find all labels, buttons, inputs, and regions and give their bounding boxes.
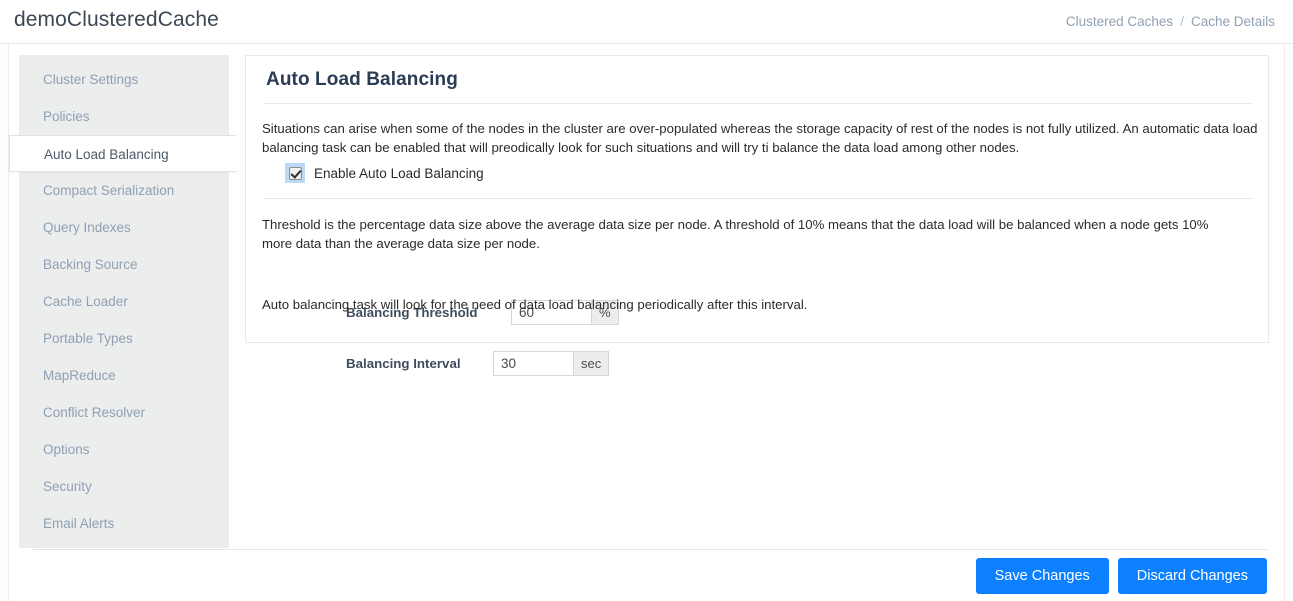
page-title: demoClusteredCache xyxy=(14,8,219,31)
breadcrumb: Clustered Caches / Cache Details xyxy=(1066,14,1275,29)
sidebar-item-conflict-resolver[interactable]: Conflict Resolver xyxy=(19,394,229,431)
sidebar-item-backing-source[interactable]: Backing Source xyxy=(19,246,229,283)
enable-auto-load-balancing-label: Enable Auto Load Balancing xyxy=(314,165,484,181)
breadcrumb-current-cache-details[interactable]: Cache Details xyxy=(1191,14,1275,29)
section-divider xyxy=(263,198,1253,199)
footer-divider xyxy=(33,549,1268,550)
sidebar-item-query-indexes[interactable]: Query Indexes xyxy=(19,209,229,246)
settings-sidebar: Cluster Settings Policies Auto Load Bala… xyxy=(9,55,237,548)
balancing-interval-row: Balancing Interval sec xyxy=(346,351,610,376)
sidebar-item-mapreduce[interactable]: MapReduce xyxy=(19,357,229,394)
panel-title: Auto Load Balancing xyxy=(266,69,458,90)
enable-auto-load-balancing-checkbox[interactable] xyxy=(285,163,305,183)
page-frame: Cluster Settings Policies Auto Load Bala… xyxy=(8,44,1285,601)
sidebar-item-security[interactable]: Security xyxy=(19,468,229,505)
threshold-paragraph: Threshold is the percentage data size ab… xyxy=(262,217,1209,251)
sidebar-item-auto-load-balancing[interactable]: Auto Load Balancing xyxy=(9,135,237,172)
top-header: demoClusteredCache Clustered Caches / Cach… xyxy=(0,0,1293,44)
balancing-interval-input-group: sec xyxy=(493,351,610,376)
sidebar-item-policies[interactable]: Policies xyxy=(19,98,229,135)
balancing-interval-input[interactable] xyxy=(493,351,573,376)
auto-load-balancing-panel: Auto Load Balancing Situations can arise… xyxy=(245,55,1269,376)
intro-paragraph: Situations can arise when some of the no… xyxy=(262,121,1258,155)
breadcrumb-link-clustered-caches[interactable]: Clustered Caches xyxy=(1066,14,1173,29)
seconds-unit-addon: sec xyxy=(573,351,610,376)
sidebar-item-cluster-settings[interactable]: Cluster Settings xyxy=(19,61,229,98)
sidebar-item-portable-types[interactable]: Portable Types xyxy=(19,320,229,357)
interval-paragraph: Auto balancing task will look for the ne… xyxy=(262,297,808,312)
discard-changes-button[interactable]: Discard Changes xyxy=(1117,558,1267,594)
sidebar-item-email-alerts[interactable]: Email Alerts xyxy=(19,505,229,542)
balancing-interval-label: Balancing Interval xyxy=(346,356,461,371)
footer-actions: Save Changes Discard Changes xyxy=(975,558,1267,594)
sidebar-item-compact-serialization[interactable]: Compact Serialization xyxy=(19,172,229,209)
breadcrumb-separator: / xyxy=(1180,14,1184,29)
enable-auto-load-balancing-row[interactable]: Enable Auto Load Balancing xyxy=(285,162,484,184)
app-root: demoClusteredCache Clustered Caches / Cach… xyxy=(0,0,1293,601)
sidebar-item-options[interactable]: Options xyxy=(19,431,229,468)
save-changes-button[interactable]: Save Changes xyxy=(975,558,1109,594)
checkmark-icon xyxy=(288,166,302,180)
sidebar-item-cache-loader[interactable]: Cache Loader xyxy=(19,283,229,320)
title-divider xyxy=(263,103,1253,104)
